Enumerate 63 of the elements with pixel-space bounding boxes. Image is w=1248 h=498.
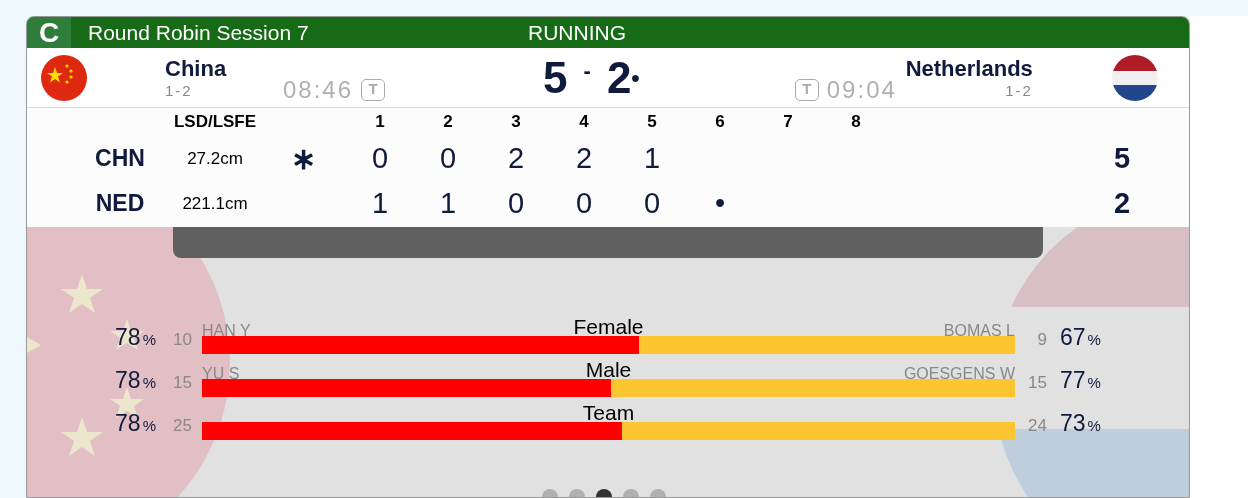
game-status: RUNNING <box>528 19 626 46</box>
team-record: 1-2 <box>1005 81 1033 100</box>
team-code: NED <box>94 189 146 219</box>
table-cell: 1 <box>439 186 457 219</box>
player-name: GOESGENS W <box>903 365 1015 383</box>
percentage: 73% <box>1060 408 1101 438</box>
shot-count: 15 <box>172 371 192 394</box>
percentage: 78% <box>115 408 156 438</box>
category-label: Team <box>582 402 635 424</box>
column-heading: 5 <box>646 111 658 134</box>
draw-badge: C <box>27 17 71 48</box>
player-name: YU S <box>202 365 240 383</box>
column-heading: 3 <box>510 111 522 134</box>
category-label: Male <box>585 359 632 381</box>
session-title: Round Robin Session 7 <box>88 19 310 46</box>
table-cell: 0 <box>575 186 593 219</box>
column-heading: 8 <box>850 111 862 134</box>
shot-count: 24 <box>1027 414 1047 437</box>
table-cell: 0 <box>371 141 389 174</box>
table-cell: 0 <box>439 141 457 174</box>
team-score: 2 <box>606 51 632 104</box>
category-label: Female <box>573 316 644 338</box>
shot-count: 25 <box>172 414 192 437</box>
table-cell: 0 <box>643 186 661 219</box>
column-heading: LSD/LSFE <box>172 111 258 134</box>
table-cell: 2 <box>507 141 525 174</box>
column-heading: 4 <box>578 111 590 134</box>
team-record: 1-2 <box>165 81 193 100</box>
team-score: 5 <box>543 51 568 104</box>
table-cell: • <box>714 186 726 219</box>
shot-count: 15 <box>1027 371 1047 394</box>
team-total: 2 <box>1112 185 1132 221</box>
table-cell: 1 <box>643 141 661 174</box>
table-cell: 0 <box>507 186 525 219</box>
hammer-mark: • <box>631 62 640 93</box>
flag-icon <box>41 54 87 101</box>
column-heading: 7 <box>782 111 794 134</box>
percentage: 78% <box>115 365 156 395</box>
table-cell: 2 <box>575 141 593 174</box>
percentage: 67% <box>1060 322 1101 352</box>
column-heading: 6 <box>714 111 726 134</box>
team-name: Netherlands <box>905 55 1033 82</box>
player-name: HAN Y <box>202 322 251 340</box>
timeout-badge: T <box>794 78 819 101</box>
shot-count: 10 <box>172 328 192 351</box>
team-total: 5 <box>1112 140 1132 176</box>
percentage: 78% <box>115 322 156 352</box>
table-cell: 1 <box>371 186 389 219</box>
percentage: 77% <box>1060 365 1101 395</box>
table-cell-text: ∗ <box>290 141 316 177</box>
flag-icon <box>1111 54 1158 101</box>
column-heading: 1 <box>374 111 386 134</box>
table-cell-text: 221.1cm <box>181 192 249 215</box>
shot-count: 9 <box>1036 328 1047 351</box>
table-cell-text: 27.2cm <box>186 147 244 170</box>
team-code: CHN <box>94 144 146 174</box>
clock-time: 09:04 <box>826 76 897 103</box>
player-name: BOMAS L <box>943 322 1015 340</box>
clock-time: 08:46 <box>283 76 354 103</box>
column-heading: 2 <box>442 111 454 134</box>
score-separator: - <box>583 57 591 85</box>
timeout-badge: T <box>361 78 386 101</box>
team-name: China <box>165 55 227 82</box>
